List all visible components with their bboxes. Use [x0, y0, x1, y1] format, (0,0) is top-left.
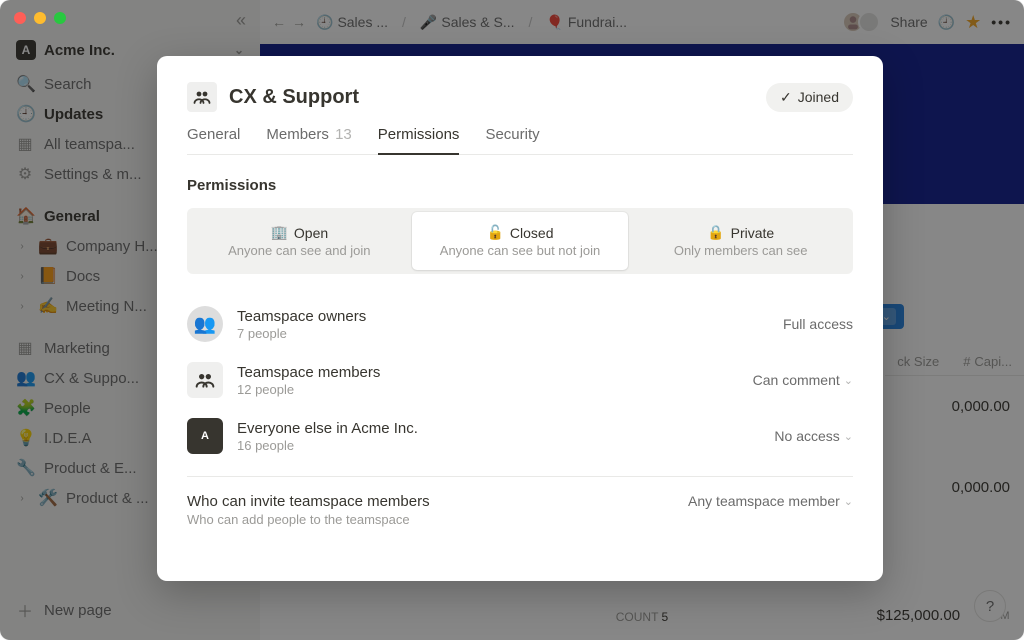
modal-tabs: General Members 13 Permissions Security: [187, 126, 853, 155]
invite-title: Who can invite teamspace members: [187, 493, 430, 510]
owners-avatar: 👥: [187, 306, 223, 342]
perm-row-name: Teamspace members: [237, 364, 380, 381]
access-open[interactable]: 🏢Open Anyone can see and join: [191, 212, 408, 270]
lock-icon: 🔒: [707, 224, 724, 241]
joined-label: Joined: [798, 89, 839, 105]
perm-row-sub: 7 people: [237, 326, 366, 341]
divider: [187, 476, 853, 477]
perm-members-dropdown[interactable]: Can comment ⌄: [753, 372, 853, 388]
building-icon: 🏢: [270, 224, 287, 241]
perm-owners-row: 👥 Teamspace owners 7 people Full access: [187, 296, 853, 352]
tab-members[interactable]: Members 13: [266, 126, 351, 154]
chevron-down-icon: ⌄: [844, 374, 853, 387]
perm-everyone-row: A Everyone else in Acme Inc. 16 people N…: [187, 408, 853, 464]
invite-setting-row: Who can invite teamspace members Who can…: [187, 493, 853, 527]
access-closed[interactable]: 🔓Closed Anyone can see but not join: [412, 212, 629, 270]
joined-badge[interactable]: ✓ Joined: [766, 83, 853, 112]
perm-row-name: Teamspace owners: [237, 308, 366, 325]
access-private[interactable]: 🔒Private Only members can see: [632, 212, 849, 270]
teamspace-icon: [187, 82, 217, 112]
org-avatar: A: [187, 418, 223, 454]
teamspace-settings-modal: CX & Support ✓ Joined General Members 13…: [157, 56, 883, 581]
tab-permissions[interactable]: Permissions: [378, 126, 460, 155]
close-window-icon[interactable]: [14, 12, 26, 24]
perm-row-sub: 12 people: [237, 382, 380, 397]
check-icon: ✓: [780, 89, 792, 106]
lock-open-icon: 🔓: [486, 224, 503, 241]
chevron-down-icon: ⌄: [844, 430, 853, 443]
invite-sub: Who can add people to the teamspace: [187, 512, 430, 527]
perm-row-name: Everyone else in Acme Inc.: [237, 420, 418, 437]
maximize-window-icon[interactable]: [54, 12, 66, 24]
perm-owners-value: Full access: [783, 316, 853, 332]
minimize-window-icon[interactable]: [34, 12, 46, 24]
tab-security[interactable]: Security: [485, 126, 539, 154]
perm-everyone-dropdown[interactable]: No access ⌄: [774, 428, 853, 444]
access-level-segmented: 🏢Open Anyone can see and join 🔓Closed An…: [187, 208, 853, 274]
perm-members-row: Teamspace members 12 people Can comment …: [187, 352, 853, 408]
members-avatar: [187, 362, 223, 398]
modal-title: CX & Support: [229, 86, 359, 109]
tab-general[interactable]: General: [187, 126, 240, 154]
chevron-down-icon: ⌄: [844, 495, 853, 508]
window-controls: [14, 12, 66, 24]
perm-row-sub: 16 people: [237, 438, 418, 453]
invite-dropdown[interactable]: Any teamspace member ⌄: [688, 493, 853, 509]
permissions-heading: Permissions: [187, 177, 853, 194]
